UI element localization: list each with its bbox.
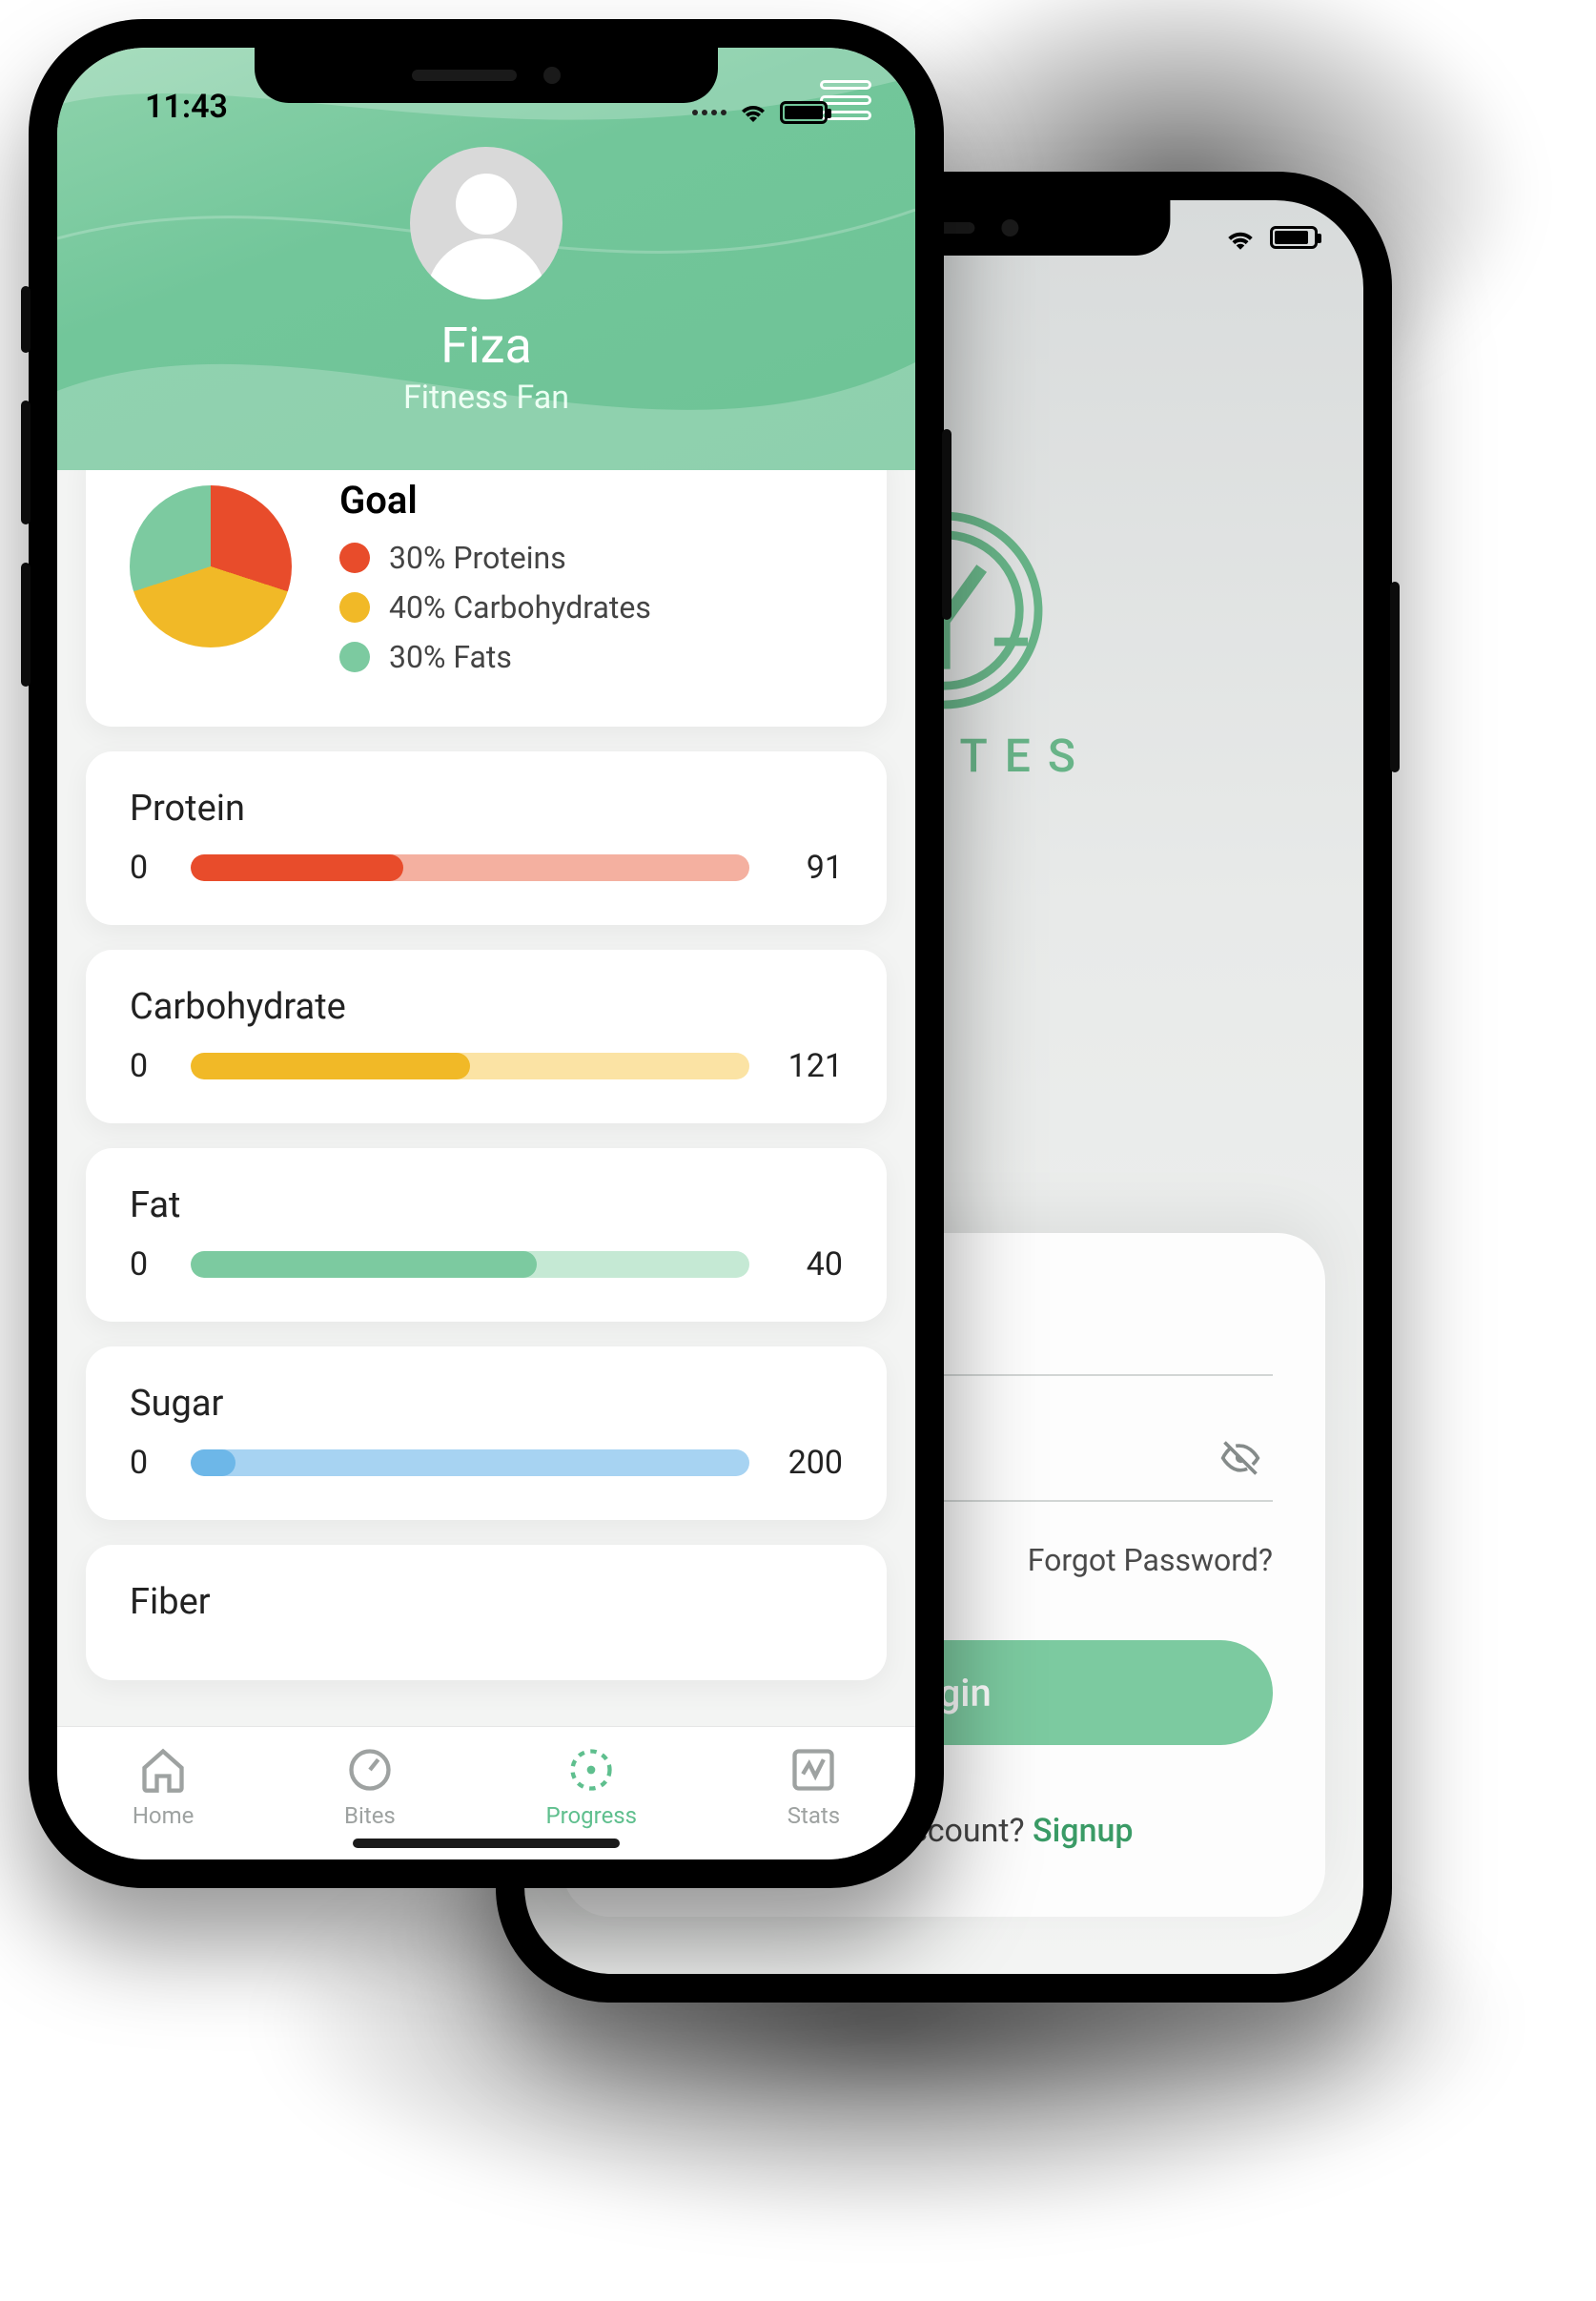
wifi-icon — [1224, 225, 1257, 250]
nutrient-name: Carbohydrate — [130, 986, 843, 1028]
legend-dot-icon — [339, 543, 370, 573]
legend-label: 40% Carbohydrates — [389, 589, 651, 626]
nutrient-name: Protein — [130, 788, 843, 830]
tab-label: Home — [133, 1802, 194, 1829]
nutrient-bar — [191, 1053, 749, 1079]
eye-off-icon[interactable] — [1219, 1437, 1261, 1483]
legend-label: 30% Proteins — [389, 540, 566, 576]
battery-icon — [780, 101, 828, 124]
goal-legend-item: 30% Proteins — [339, 540, 843, 576]
legend-dot-icon — [339, 592, 370, 623]
nutrient-card: Fat 0 40 — [86, 1148, 887, 1322]
nutrient-min: 0 — [130, 849, 164, 887]
tab-label: Bites — [344, 1802, 396, 1829]
avatar[interactable] — [410, 147, 563, 299]
goal-legend-item: 40% Carbohydrates — [339, 589, 843, 626]
stats-icon — [788, 1745, 838, 1795]
goal-pie-chart — [130, 485, 292, 647]
signup-link[interactable]: Signup — [1033, 1812, 1133, 1850]
progress-content: Goal 30% Proteins 40% Carbohydrates 30% Fa… — [57, 442, 915, 1726]
home-icon — [138, 1745, 188, 1795]
nutrient-bar — [191, 1449, 749, 1476]
legend-label: 30% Fats — [389, 639, 512, 675]
nutrient-min: 0 — [130, 1047, 164, 1085]
gauge-icon — [345, 1745, 395, 1795]
nutrient-card: Protein 0 91 — [86, 751, 887, 925]
tab-label: Progress — [545, 1802, 637, 1829]
nutrient-name: Sugar — [130, 1383, 843, 1425]
status-time: 11:43 — [145, 88, 228, 126]
profile-header: 11:43 Fiza Fitness Fan — [57, 48, 915, 470]
nutrient-name: Fiber — [130, 1581, 843, 1623]
wifi-icon — [738, 99, 768, 126]
goal-legend-item: 30% Fats — [339, 639, 843, 675]
nutrient-min: 0 — [130, 1245, 164, 1284]
goal-title: Goal — [339, 478, 843, 523]
legend-dot-icon — [339, 642, 370, 672]
nutrient-max: 40 — [776, 1245, 843, 1284]
nutrient-bar — [191, 854, 749, 881]
progress-phone-frame: 11:43 Fiza Fitness Fan Goal 30% Proteins… — [29, 19, 944, 1888]
cellular-icon — [692, 110, 726, 115]
tab-progress[interactable]: Progress — [545, 1745, 637, 1829]
nutrient-card: Sugar 0 200 — [86, 1346, 887, 1520]
tab-label: Stats — [788, 1802, 840, 1829]
home-indicator[interactable] — [353, 1839, 620, 1848]
goal-card: Goal 30% Proteins 40% Carbohydrates 30% Fa… — [86, 442, 887, 727]
nutrient-bar — [191, 1251, 749, 1278]
nutrient-max: 121 — [776, 1047, 843, 1085]
nutrient-card-fiber: Fiber — [86, 1545, 887, 1680]
tab-home[interactable]: Home — [133, 1745, 194, 1829]
tab-stats[interactable]: Stats — [788, 1745, 840, 1829]
status-bar — [1224, 225, 1318, 250]
tab-bites[interactable]: Bites — [344, 1745, 396, 1829]
nutrient-max: 200 — [776, 1444, 843, 1482]
nutrient-card: Carbohydrate 0 121 — [86, 950, 887, 1123]
nutrient-min: 0 — [130, 1444, 164, 1482]
nutrient-name: Fat — [130, 1184, 843, 1226]
progress-icon — [566, 1745, 616, 1795]
nutrient-max: 91 — [776, 849, 843, 887]
battery-icon — [1270, 226, 1318, 249]
